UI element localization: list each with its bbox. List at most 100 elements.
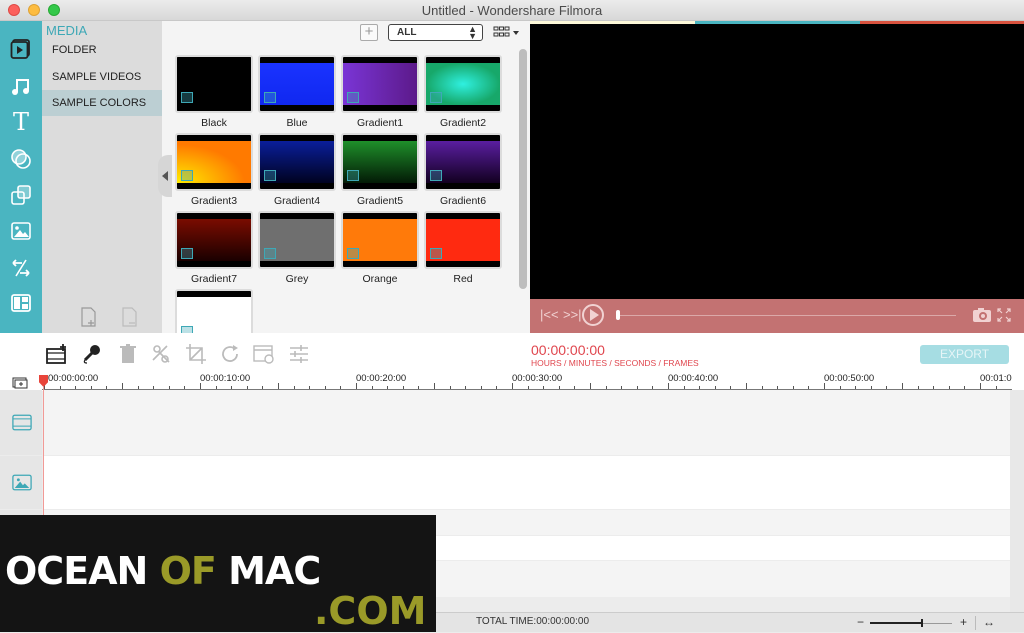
add-to-timeline-button[interactable] [46, 343, 68, 365]
add-track-icon [12, 377, 28, 389]
color-thumbnail[interactable] [424, 55, 502, 113]
ruler-label: 00:01:0 [980, 373, 1012, 384]
thumbnail-label: Black [201, 117, 227, 129]
minimize-window-button[interactable] [28, 4, 40, 16]
color-thumbnail[interactable] [175, 55, 253, 113]
color-thumbnail[interactable] [424, 133, 502, 191]
transitions-icon[interactable] [9, 256, 33, 280]
thumbnail-label: Gradient7 [190, 273, 238, 285]
zoom-out-button[interactable]: − [857, 615, 864, 629]
sliders-icon [290, 345, 308, 363]
snapshot-button[interactable] [972, 307, 992, 328]
image-type-icon [347, 92, 359, 103]
media-item-sample-colors[interactable]: SAMPLE COLORS [42, 90, 162, 116]
filters-icon[interactable] [9, 147, 33, 171]
color-thumbnail[interactable] [175, 289, 253, 333]
color-thumbnail[interactable] [424, 211, 502, 269]
fit-timeline-button[interactable]: ↔ [983, 615, 995, 629]
adjust-button[interactable] [288, 343, 310, 365]
thumbnail-label: Gradient1 [356, 117, 404, 129]
ruler-tick [683, 386, 685, 389]
import-media-button[interactable]: + [360, 24, 378, 41]
zoom-in-button[interactable]: + [960, 615, 967, 629]
ruler-tick [418, 386, 420, 389]
ruler-tick [106, 386, 108, 389]
watermark-ocean: OCEAN [5, 549, 148, 593]
title-bar: Untitled - Wondershare Filmora [0, 0, 1024, 21]
rotate-icon [222, 345, 238, 362]
music-icon[interactable] [9, 74, 33, 98]
color-thumbnail[interactable] [258, 133, 336, 191]
ruler-tick [636, 386, 638, 389]
image-track[interactable] [44, 456, 1010, 509]
media-panel-title: MEDIA [46, 23, 88, 38]
settings-button[interactable] [253, 343, 275, 365]
record-voiceover-button[interactable] [81, 343, 103, 365]
color-thumbnail[interactable] [341, 55, 419, 113]
thumbnail-label: Red [453, 273, 473, 285]
color-strip-1 [530, 21, 695, 24]
ruler-label: 00:00:30:00 [512, 373, 563, 384]
text-icon[interactable]: T [9, 108, 33, 136]
image-type-icon [264, 92, 276, 103]
color-thumbnail[interactable] [341, 133, 419, 191]
microphone-icon [83, 345, 100, 364]
color-thumbnail[interactable] [258, 211, 336, 269]
play-button[interactable] [582, 304, 604, 326]
color-thumbnail[interactable] [258, 55, 336, 113]
media-icon[interactable] [9, 37, 33, 61]
fullscreen-button[interactable] [997, 308, 1011, 327]
playback-scrubber[interactable] [616, 310, 620, 320]
color-thumbnail[interactable] [175, 133, 253, 191]
ruler-label: 00:00:10:00 [200, 373, 251, 384]
crop-button[interactable] [185, 343, 207, 365]
skip-back-icon[interactable]: |<< [540, 307, 559, 322]
filter-select[interactable]: ALL ▲ ▼ [388, 24, 483, 41]
color-thumbnail[interactable] [175, 211, 253, 269]
elements-icon[interactable] [9, 219, 33, 243]
collapse-panel-button[interactable] [158, 155, 172, 197]
ruler-tick [278, 383, 279, 389]
ruler-tick [964, 386, 966, 389]
select-arrows-icon: ▲ ▼ [468, 24, 477, 41]
color-thumbnail[interactable] [341, 211, 419, 269]
overlays-icon[interactable] [9, 183, 33, 207]
maximize-window-button[interactable] [48, 4, 60, 16]
view-mode-button[interactable] [493, 25, 521, 39]
scissors-icon [152, 345, 170, 363]
timeline-vertical-scrollbar[interactable] [1010, 390, 1024, 612]
cut-button[interactable] [150, 343, 172, 365]
image-type-icon [430, 170, 442, 181]
skip-forward-icon[interactable]: >>| [563, 307, 582, 322]
split-screen-icon[interactable] [9, 291, 33, 315]
media-item-folder[interactable]: FOLDER [42, 37, 162, 63]
total-time: TOTAL TIME:00:00:00:00 [476, 616, 590, 627]
thumbnail-label: Gradient4 [273, 195, 321, 207]
timeline-zoom-control: − + ↔ [855, 615, 1024, 631]
timecode-display: 00:00:00:00 [531, 342, 605, 358]
editor-toolbar [0, 333, 1024, 371]
library-scrollbar[interactable] [519, 49, 527, 289]
filter-select-value: ALL [397, 27, 417, 38]
timeline-ruler[interactable]: 00:00:00:00 00:00:10:00 00:00:20:00 00:00:3… [0, 371, 1024, 391]
playback-progress-bar[interactable] [618, 315, 956, 316]
ruler-tick [293, 386, 295, 389]
ruler-tick [465, 386, 467, 389]
remove-folder-button[interactable] [120, 306, 140, 328]
video-track[interactable] [44, 390, 1010, 455]
media-library: + ALL ▲ ▼ Black Blue Gradient1 Gradient2 Grad… [162, 21, 530, 333]
camera-icon [973, 308, 991, 322]
ruler-tick [714, 386, 716, 389]
ruler-tick [137, 386, 139, 389]
close-window-button[interactable] [8, 4, 20, 16]
grid-view-icon [493, 26, 519, 37]
zoom-slider-handle[interactable] [920, 619, 923, 627]
export-button[interactable]: EXPORT [920, 345, 1009, 364]
ruler-tick [917, 386, 919, 389]
add-folder-button[interactable] [79, 306, 99, 328]
delete-button[interactable] [117, 343, 139, 365]
ruler-tick [746, 383, 747, 389]
ruler-tick [870, 386, 872, 389]
media-item-sample-videos[interactable]: SAMPLE VIDEOS [42, 64, 162, 90]
rotate-button[interactable] [219, 343, 241, 365]
